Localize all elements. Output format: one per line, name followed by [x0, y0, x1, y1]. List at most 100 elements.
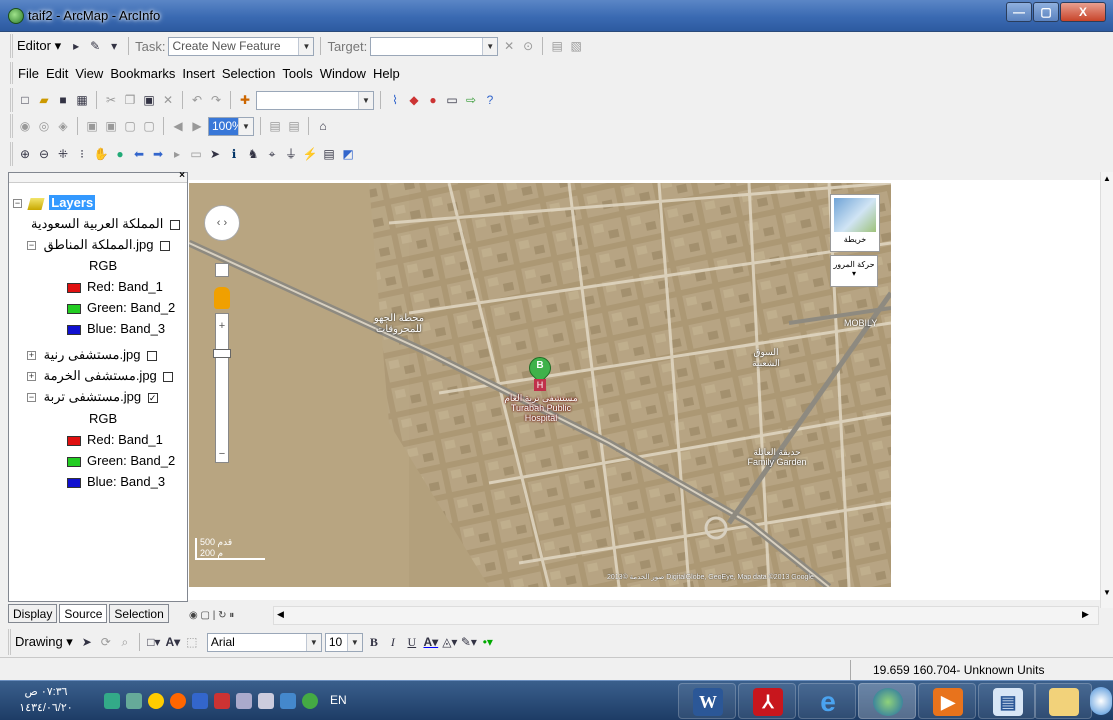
menu-tools[interactable]: Tools: [282, 66, 312, 81]
arccatalog-icon[interactable]: ●: [425, 92, 441, 108]
fill-color-icon[interactable]: ◬▾: [442, 634, 458, 650]
antivirus-icon[interactable]: [148, 693, 164, 709]
change-layout-icon[interactable]: ⌂: [315, 118, 331, 134]
taskbar-media-player[interactable]: ▶: [918, 683, 976, 719]
find-icon[interactable]: ♞: [245, 146, 261, 162]
fixed-zoom-out-icon[interactable]: ▢: [141, 118, 157, 134]
tab-display[interactable]: Display: [8, 604, 58, 623]
zoom-in-icon[interactable]: +: [217, 320, 227, 332]
rectangle-tool-icon[interactable]: □▾: [146, 634, 162, 650]
chevron-down-icon[interactable]: ▼: [346, 633, 362, 651]
html-popup-icon[interactable]: ▤: [321, 146, 337, 162]
network-icon[interactable]: [104, 693, 120, 709]
zoom-whole-page-icon[interactable]: ▣: [84, 118, 100, 134]
arctoolbox-icon[interactable]: ◆: [406, 92, 422, 108]
street-view-pegman-icon[interactable]: [214, 287, 230, 309]
task-select[interactable]: Create New Feature ▼: [168, 36, 315, 56]
edit-tool-icon[interactable]: ▸: [68, 38, 84, 54]
fixed-zoom-in-icon[interactable]: ⁜: [55, 146, 71, 162]
bold-icon[interactable]: B: [366, 634, 382, 650]
scroll-right-icon[interactable]: ▶: [1082, 609, 1089, 620]
layer-visibility-checkbox[interactable]: [147, 350, 158, 361]
expand-icon[interactable]: +: [27, 351, 36, 361]
zoom-percent-select[interactable]: 100% ▼: [208, 116, 254, 136]
zoom-out-page-icon[interactable]: ◎: [36, 118, 52, 134]
underline-icon[interactable]: U: [404, 634, 420, 650]
modelbuilder-icon[interactable]: ⇨: [463, 92, 479, 108]
target-select[interactable]: ▼: [370, 36, 499, 56]
toc-layer-regions[interactable]: − المملكة المناطق.jpg: [27, 235, 171, 255]
zoom-out-icon[interactable]: ⊖: [36, 146, 52, 162]
select-elements-icon[interactable]: ➤: [207, 146, 223, 162]
zoom-slider-handle[interactable]: [213, 349, 231, 358]
back-arrow-icon[interactable]: ⬅: [131, 146, 147, 162]
rotate-tool-icon[interactable]: ⊙: [520, 38, 536, 54]
map-vertical-scrollbar[interactable]: ▲ ▼: [1100, 172, 1113, 608]
measure-icon[interactable]: ⏚: [283, 146, 299, 162]
taskbar-arcmap[interactable]: [858, 683, 916, 719]
toggle-draft-icon[interactable]: ▤: [267, 118, 283, 134]
editor-menu-button[interactable]: Editor ▾: [17, 38, 61, 54]
menu-selection[interactable]: Selection: [222, 66, 275, 81]
go-back-extent-icon[interactable]: ◀: [170, 118, 186, 134]
delete-icon[interactable]: ✕: [160, 92, 176, 108]
wireless-icon[interactable]: [126, 693, 142, 709]
scroll-up-icon[interactable]: ▲: [1103, 174, 1111, 183]
toc-layer-khurma[interactable]: + مستشفى الخرمة.jpg: [27, 366, 174, 386]
redo-icon[interactable]: ↷: [208, 92, 224, 108]
taskbar-word[interactable]: W: [678, 683, 736, 719]
map-type-widget[interactable]: خريطة: [830, 194, 880, 252]
split-tool-icon[interactable]: ✕: [501, 38, 517, 54]
chevron-down-icon[interactable]: ▼: [358, 91, 373, 109]
tab-selection[interactable]: Selection: [109, 604, 169, 623]
drawing-menu-button[interactable]: Drawing ▾: [15, 634, 73, 650]
layer-visibility-checkbox[interactable]: ✓: [147, 392, 158, 403]
time-slider-icon[interactable]: ◩: [340, 146, 356, 162]
clear-selection-icon[interactable]: ▭: [188, 146, 204, 162]
zoom-to-selected-icon[interactable]: ⌕: [117, 634, 133, 650]
satellite-map-image[interactable]: ‹ › + − 500 قدم 200 م محطة الجهو للمحروق…: [189, 183, 891, 587]
layer-visibility-checkbox[interactable]: [160, 240, 171, 251]
pan-page-icon[interactable]: ◈: [55, 118, 71, 134]
paste-icon[interactable]: ▣: [141, 92, 157, 108]
map-scale-select[interactable]: ▼: [256, 90, 374, 110]
tab-source[interactable]: Source: [59, 604, 108, 623]
undo-icon[interactable]: ↶: [189, 92, 205, 108]
identify-icon[interactable]: ℹ: [226, 146, 242, 162]
font-color-icon[interactable]: A▾: [423, 634, 439, 650]
select-elements-icon[interactable]: ➤: [79, 634, 95, 650]
layer-visibility-checkbox[interactable]: [169, 219, 180, 230]
fixed-zoom-out-icon[interactable]: ⁝: [74, 146, 90, 162]
sketch-tool-icon[interactable]: ✎: [87, 38, 103, 54]
new-document-icon[interactable]: □: [17, 92, 33, 108]
menu-insert[interactable]: Insert: [182, 66, 215, 81]
line-color-icon[interactable]: ✎▾: [461, 634, 477, 650]
editor-toolbar-icon[interactable]: ⌇: [387, 92, 403, 108]
update-icon[interactable]: [170, 693, 186, 709]
save-icon[interactable]: ■: [55, 92, 71, 108]
hyperlink-icon[interactable]: ⚡: [302, 146, 318, 162]
font-select[interactable]: Arial ▼: [206, 632, 322, 652]
collapse-icon[interactable]: −: [27, 393, 36, 403]
forward-arrow-icon[interactable]: ➡: [150, 146, 166, 162]
sketch-properties-icon[interactable]: ▧: [568, 38, 584, 54]
pan-control[interactable]: ‹ ›: [204, 205, 240, 241]
full-extent-icon[interactable]: ●: [112, 146, 128, 162]
fixed-zoom-in-icon[interactable]: ▢: [122, 118, 138, 134]
menu-edit[interactable]: Edit: [46, 66, 68, 81]
system-clock[interactable]: ٠٧:٣٦ ص ١٤٣٤/٠٦/٢٠: [18, 684, 74, 716]
flag-icon[interactable]: [192, 693, 208, 709]
menu-window[interactable]: Window: [320, 66, 366, 81]
view-toggle-buttons[interactable]: ◉ ▢ | ↻ ⏸: [189, 607, 271, 625]
go-forward-extent-icon[interactable]: ▶: [189, 118, 205, 134]
scroll-down-icon[interactable]: ▼: [1103, 588, 1111, 597]
zoom-button[interactable]: [215, 263, 229, 277]
menu-view[interactable]: View: [75, 66, 103, 81]
toc-layer-saudi[interactable]: المملكة العربية السعودية: [31, 214, 180, 234]
command-line-icon[interactable]: ▭: [444, 92, 460, 108]
close-button[interactable]: X: [1060, 2, 1106, 22]
toc-layer-turabah[interactable]: − مستشفى تربة.jpg ✓: [27, 387, 158, 407]
volume-icon[interactable]: [236, 693, 252, 709]
zoom-slider[interactable]: + −: [213, 313, 231, 463]
marker-color-icon[interactable]: •▾: [480, 634, 496, 650]
